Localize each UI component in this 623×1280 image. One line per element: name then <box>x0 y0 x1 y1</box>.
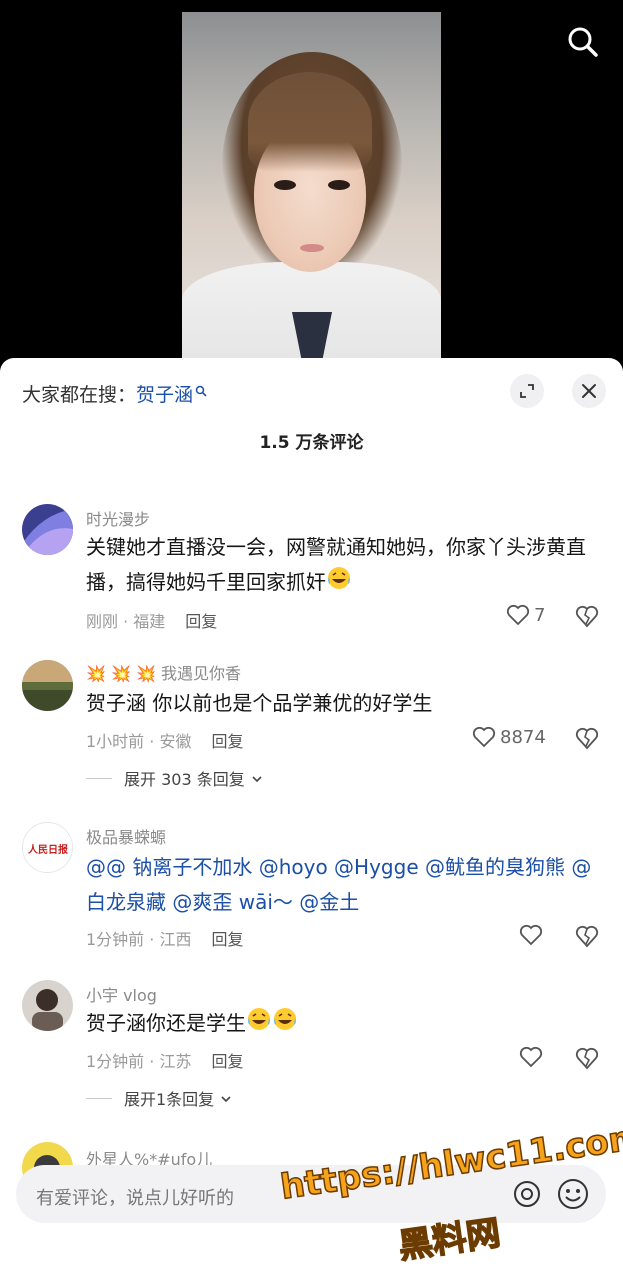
hot-search-prefix: 大家都在搜： <box>22 384 137 406</box>
comment-username[interactable]: 💥 💥 💥 我遇见你香 <box>86 660 241 684</box>
reply-button[interactable]: 回复 <box>211 930 243 949</box>
heart-icon <box>472 726 496 748</box>
comment-meta: 刚刚 · 福建 回复 <box>86 608 217 632</box>
expand-replies-button[interactable]: 展开1条回复 <box>86 1086 232 1110</box>
video-frame[interactable] <box>182 12 441 358</box>
expand-replies-label: 展开1条回复 <box>124 1090 215 1109</box>
close-icon[interactable] <box>572 374 606 408</box>
reply-button[interactable]: 回复 <box>185 612 217 631</box>
avatar-text: 人民日报 <box>28 843 68 856</box>
divider <box>86 1097 112 1099</box>
expand-replies-label: 展开 303 条回复 <box>124 770 245 789</box>
comment-text-body: 贺子涵你还是学生 <box>86 1011 246 1035</box>
video-subject-eye <box>274 180 296 190</box>
video-subject-eye <box>328 180 350 190</box>
like-button[interactable] <box>519 1046 543 1068</box>
emoji-icon[interactable] <box>556 1177 590 1215</box>
comment-meta: 1小时前 · 安徽 回复 <box>86 728 243 752</box>
comment-item: 小宇 vlog 贺子涵你还是学生 1分钟前 · 江苏 回复 展开1条回复 <box>0 978 623 1128</box>
divider <box>86 777 112 779</box>
comment-time-location: 1分钟前 · 江西 <box>86 930 192 949</box>
broken-heart-icon[interactable] <box>574 726 600 754</box>
like-button[interactable] <box>519 924 543 946</box>
broken-heart-icon[interactable] <box>574 924 600 952</box>
comment-time-location: 1小时前 · 安徽 <box>86 732 192 751</box>
avatar[interactable] <box>22 660 73 711</box>
comment-meta: 1分钟前 · 江西 回复 <box>86 926 243 950</box>
broken-heart-icon[interactable] <box>574 604 600 632</box>
video-subject-mouth <box>300 244 324 252</box>
heart-icon <box>519 1046 543 1068</box>
comment-sheet-header: 大家都在搜：贺子涵 1.5 万条评论 <box>0 358 623 468</box>
comment-time-location: 刚刚 · 福建 <box>86 612 166 631</box>
reply-button[interactable]: 回复 <box>211 1052 243 1071</box>
laugh-cry-emoji-icon <box>272 1006 298 1043</box>
comment-time-location: 1分钟前 · 江苏 <box>86 1052 192 1071</box>
comment-input[interactable]: 有爱评论，说点儿好听的 <box>36 1184 234 1210</box>
expand-icon[interactable] <box>510 374 544 408</box>
avatar[interactable] <box>22 980 73 1031</box>
comment-item: 人民日报 极品暴蝾螈 @@ 钠离子不加水 @hoyo @Hygge @鱿鱼的臭狗… <box>0 820 623 960</box>
video-player[interactable] <box>0 0 623 372</box>
comment-meta: 1分钟前 · 江苏 回复 <box>86 1048 243 1072</box>
comment-count: 1.5 万条评论 <box>259 433 364 453</box>
avatar[interactable]: 人民日报 <box>22 822 73 873</box>
avatar[interactable] <box>22 504 73 555</box>
heart-icon <box>519 924 543 946</box>
hot-search-keyword[interactable]: 贺子涵 <box>136 384 193 406</box>
comment-username[interactable]: 小宇 vlog <box>86 982 157 1006</box>
reply-button[interactable]: 回复 <box>211 732 243 751</box>
heart-icon <box>506 604 530 626</box>
at-icon[interactable] <box>512 1179 542 1213</box>
comment-item: 时光漫步 关键她才直播没一会，网警就通知她妈，你家丫头涉黄直播，搞得她妈千里回家… <box>0 504 623 644</box>
small-search-icon <box>195 380 207 402</box>
comment-text: 贺子涵 你以前也是个品学兼优的好学生 <box>86 691 433 715</box>
comment-item: 💥 💥 💥 我遇见你香 贺子涵 你以前也是个品学兼优的好学生 1小时前 · 安徽… <box>0 658 623 798</box>
hot-search[interactable]: 大家都在搜：贺子涵 <box>22 380 207 407</box>
search-icon[interactable] <box>565 24 601 60</box>
like-count: 8874 <box>500 726 546 748</box>
comment-text: 关键她才直播没一会，网警就通知她妈，你家丫头涉黄直播，搞得她妈千里回家抓奸 <box>86 530 601 602</box>
comment-username[interactable]: 极品暴蝾螈 <box>86 824 166 848</box>
like-count: 7 <box>534 604 546 626</box>
comment-text: 贺子涵你还是学生 <box>86 1006 601 1043</box>
chevron-down-icon <box>220 1089 232 1108</box>
broken-heart-icon[interactable] <box>574 1046 600 1074</box>
video-subject-bangs <box>248 72 372 172</box>
chevron-down-icon <box>251 769 263 788</box>
like-button[interactable]: 8874 <box>472 726 546 748</box>
like-button[interactable]: 7 <box>506 604 545 626</box>
comment-text[interactable]: @@ 钠离子不加水 @hoyo @Hygge @鱿鱼的臭狗熊 @白龙泉藏 @爽歪… <box>86 850 601 920</box>
laugh-cry-emoji-icon <box>246 1006 272 1043</box>
comment-username[interactable]: 时光漫步 <box>86 506 150 530</box>
laugh-cry-emoji-icon <box>326 565 352 602</box>
expand-replies-button[interactable]: 展开 303 条回复 <box>86 766 263 790</box>
